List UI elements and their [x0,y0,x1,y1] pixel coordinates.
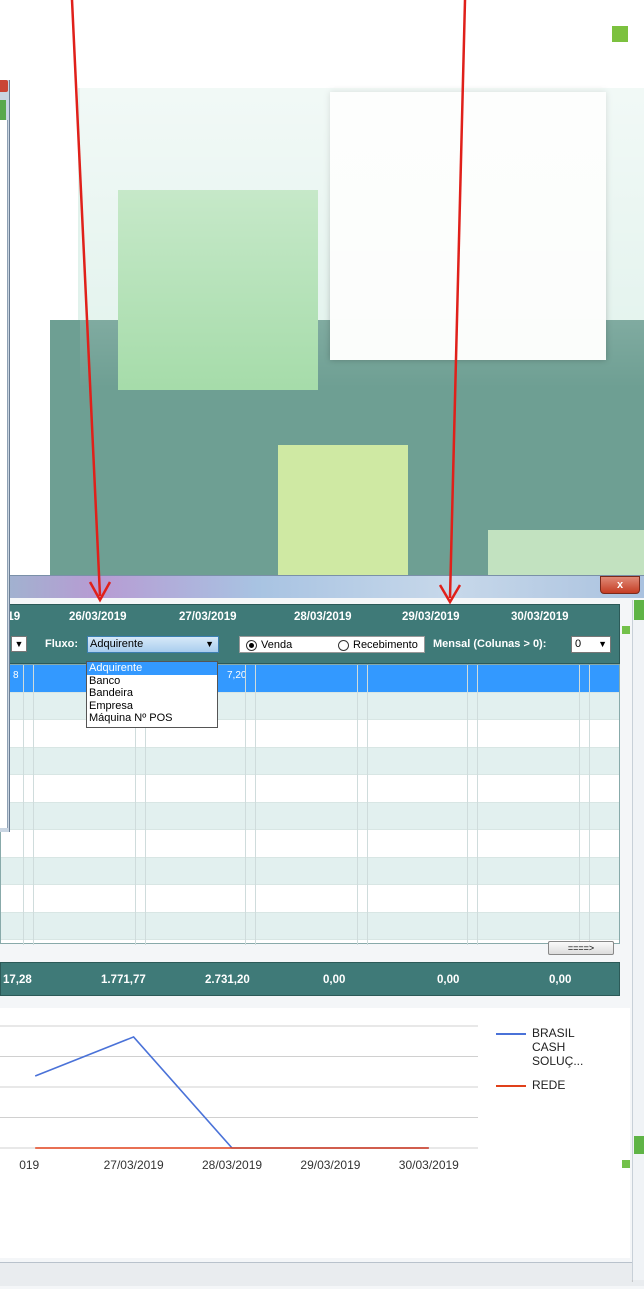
status-bar: ⋰ [0,1262,644,1286]
column-divider [589,665,590,945]
vertical-scrollbar[interactable] [632,600,644,1280]
column-divider [33,665,34,945]
title-bar[interactable] [0,576,644,598]
green-square [622,1160,630,1168]
chevron-down-icon: ▼ [598,639,607,649]
grid-cell[interactable]: 7,20 [227,670,246,681]
x-tick-label: 30/03/2019 [398,1158,459,1172]
total-value: 1.771,77 [101,974,146,986]
fluxo-label: Fluxo: [45,638,78,650]
radio-venda-label: Venda [261,639,293,651]
total-value: 2.731,20 [205,974,250,986]
dropdown-stub[interactable]: ▼ [11,636,27,652]
background-window-marker [0,100,6,120]
column-divider [477,665,478,945]
legend-swatch [496,1085,526,1087]
mensal-select[interactable]: 0 ▼ [571,636,611,653]
radio-recebimento-dot[interactable] [338,639,349,651]
grid-cell[interactable]: 8 [13,670,19,681]
table-row[interactable] [1,885,619,913]
series-line-0 [34,1035,429,1149]
scroll-right-button[interactable]: ====> [548,941,614,955]
table-row[interactable] [1,747,619,775]
dropdown-option[interactable]: Máquina Nº POS [87,712,217,725]
green-marker [634,600,644,620]
legend-item-rede: REDE [496,1078,565,1092]
legend-label: REDE [532,1078,566,1092]
close-button[interactable]: x [600,576,640,594]
fluxo-select[interactable]: Adquirente ▼ [87,636,219,653]
mode-radio-group: Venda Recebimento [239,636,425,653]
background-window[interactable] [0,80,10,832]
totals-bar: 17,28 1.771,77 2.731,20 0,00 0,00 0,00 [0,962,620,996]
legend-label: BRASIL CASH SOLUÇ... [532,1026,584,1068]
mensal-label: Mensal (Colunas > 0): [433,638,547,650]
date-header: 019 26/03/2019 27/03/2019 28/03/2019 29/… [0,604,620,664]
x-tick-label: 29/03/2019 [300,1158,361,1172]
date-col-1: 26/03/2019 [69,611,127,623]
background-window-close[interactable] [0,80,8,92]
radio-recebimento[interactable]: Recebimento [338,639,418,651]
radio-venda[interactable]: Venda [246,639,292,651]
column-divider [367,665,368,945]
line-chart: 019 27/03/2019 28/03/2019 29/03/2019 30/03/2… [0,1008,630,1258]
column-divider [579,665,580,945]
date-col-3: 28/03/2019 [294,611,352,623]
radio-recebimento-label: Recebimento [353,639,418,651]
filter-row: ▼ Fluxo: Adquirente ▼ Venda Recebimento [1,633,619,655]
dropdown-option[interactable]: Empresa [87,700,217,713]
table-row[interactable] [1,912,619,940]
chart-plot [0,1025,478,1149]
dropdown-option[interactable]: Bandeira [87,687,217,700]
dropdown-option[interactable]: Banco [87,675,217,688]
screenshot: x 019 26/03/2019 27/03/2019 28/03/2019 2… [0,0,644,1289]
green-square [622,626,630,634]
column-divider [357,665,358,945]
x-tick-label: 27/03/2019 [103,1158,164,1172]
total-value: 17,28 [3,974,32,986]
report-window: x 019 26/03/2019 27/03/2019 28/03/2019 2… [0,575,644,1289]
column-divider [255,665,256,945]
table-row[interactable] [1,802,619,830]
fluxo-select-value: Adquirente [90,638,144,650]
legend-item-brasil-cash: BRASIL CASH SOLUÇ... [496,1026,602,1068]
table-row[interactable] [1,775,619,803]
x-tick-label: 28/03/2019 [202,1158,263,1172]
date-col-5: 30/03/2019 [511,611,569,623]
dropdown-option[interactable]: Adquirente [87,662,217,675]
column-divider [23,665,24,945]
table-row[interactable] [1,830,619,858]
date-row: 019 26/03/2019 27/03/2019 28/03/2019 29/… [1,611,619,627]
column-divider [467,665,468,945]
bg-square [612,26,628,42]
date-col-2: 27/03/2019 [179,611,237,623]
total-value: 0,00 [549,974,572,986]
total-value: 0,00 [323,974,346,986]
column-divider [245,665,246,945]
chevron-down-icon: ▼ [205,639,214,649]
mensal-select-value: 0 [575,638,582,650]
desktop-background [0,0,644,590]
x-tick-label: 019 [19,1158,40,1172]
date-col-4: 29/03/2019 [402,611,460,623]
legend-swatch [496,1033,526,1035]
total-value: 0,00 [437,974,460,986]
bg-gradient [80,88,644,588]
radio-venda-dot[interactable] [246,639,257,651]
background-window-content [0,120,8,828]
green-marker [634,1136,644,1154]
table-row[interactable] [1,857,619,885]
fluxo-dropdown-list[interactable]: Adquirente Banco Bandeira Empresa Máquin… [86,661,218,728]
